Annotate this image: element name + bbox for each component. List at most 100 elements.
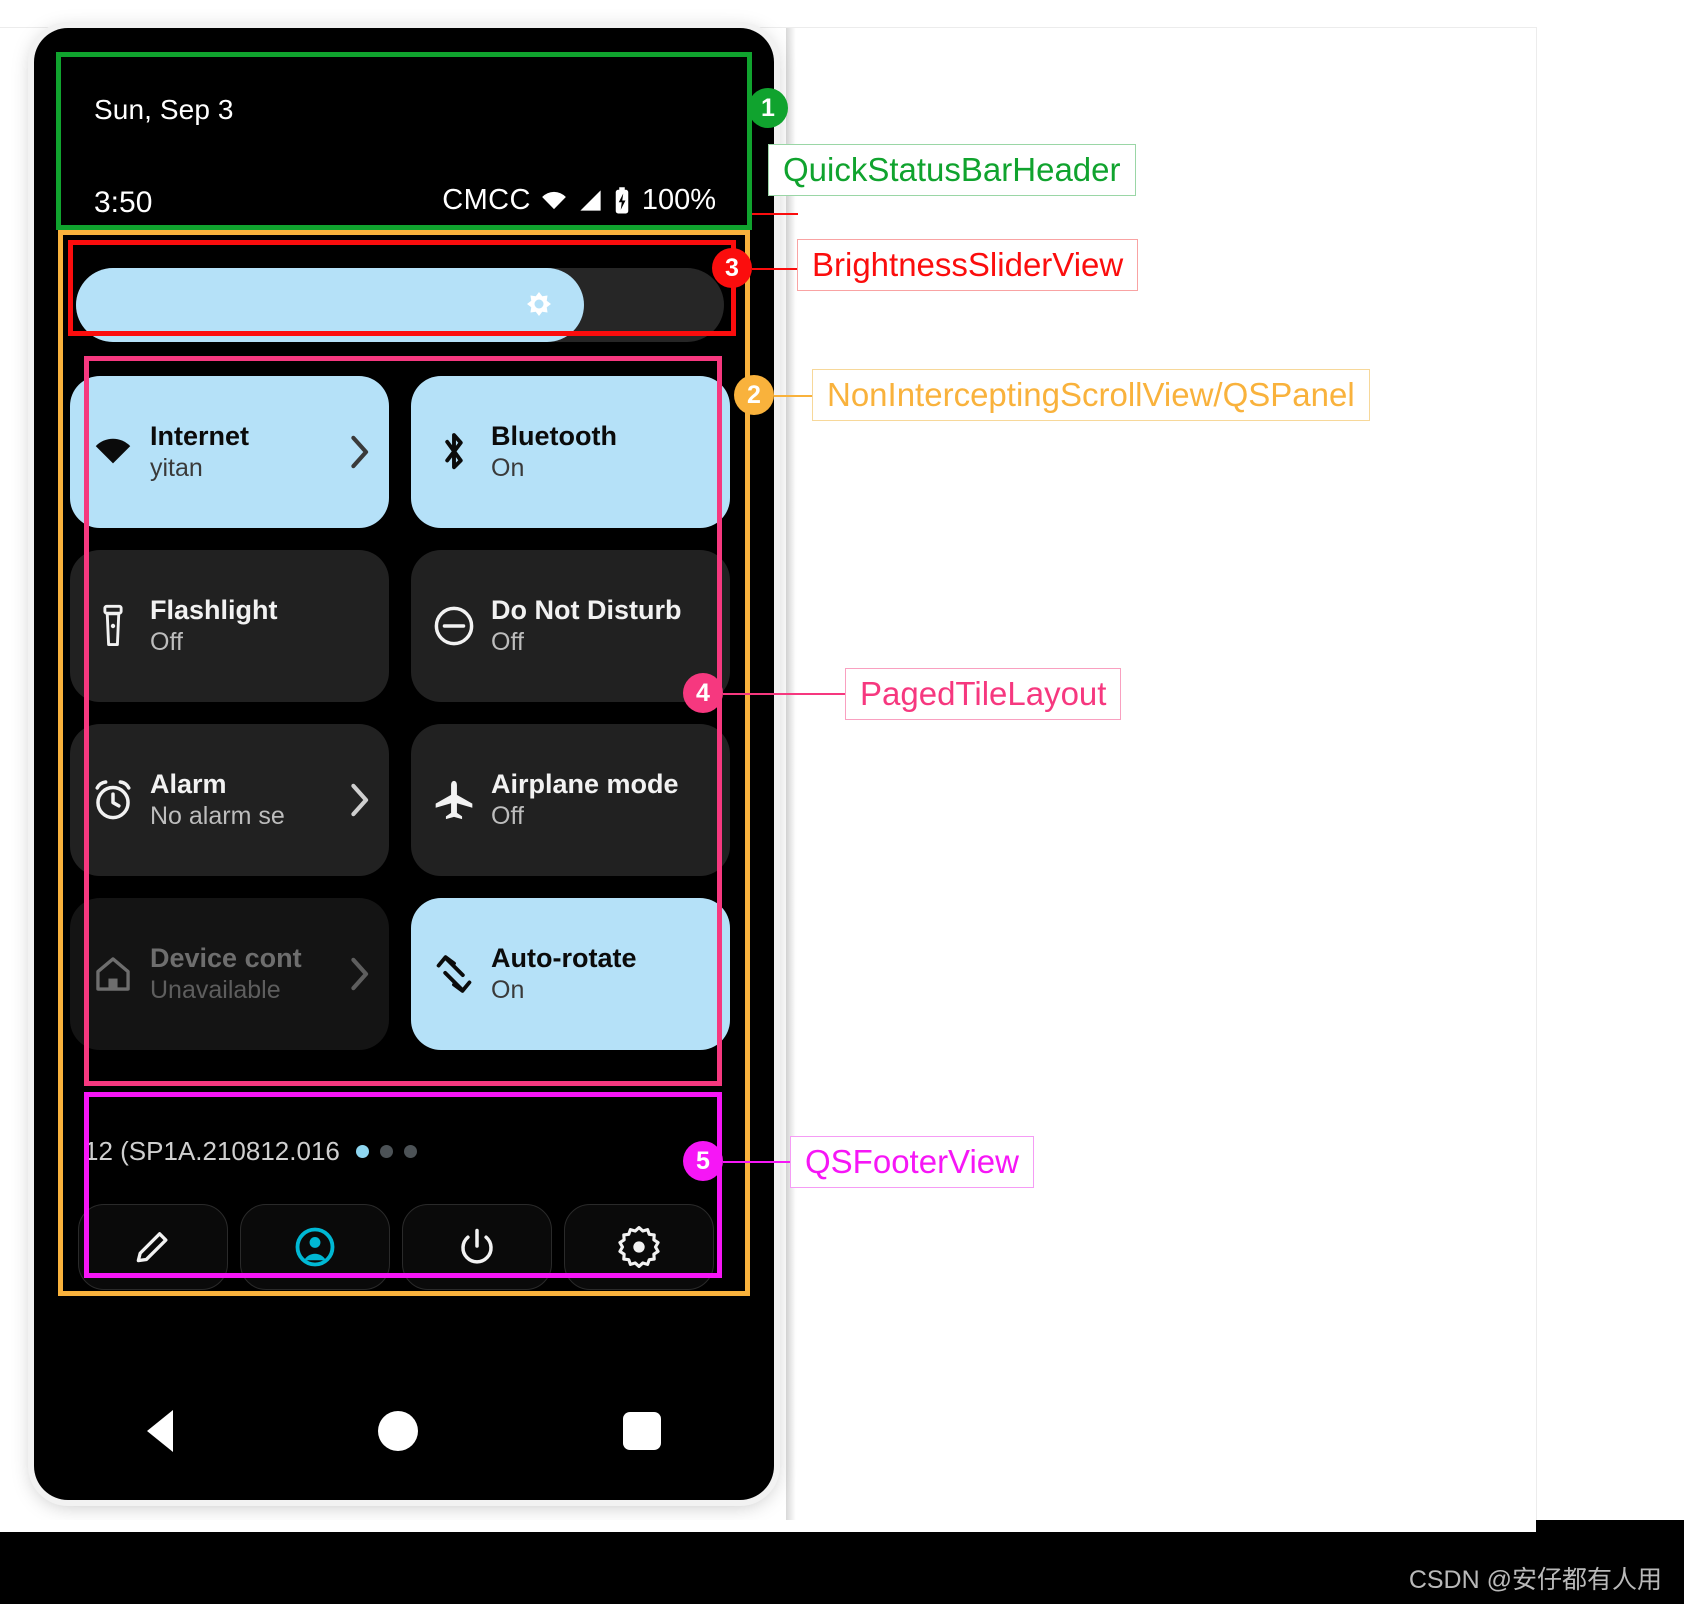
tile-state: Unavailable <box>150 976 281 1005</box>
page-dot-3[interactable] <box>403 1145 417 1158</box>
tile-auto-rotate[interactable]: Auto-rotate On <box>411 898 730 1050</box>
tile-label: Internet <box>150 421 250 452</box>
build-info-row: 12 (SP1A.210812.016 <box>84 1136 417 1167</box>
chevron-right-icon[interactable] <box>349 783 371 817</box>
home-circle-icon[interactable] <box>377 1411 418 1451</box>
footer-buttons <box>78 1204 714 1290</box>
tile-text: Internet yitan <box>150 420 249 483</box>
tile-flashlight[interactable]: Flashlight Off <box>70 550 389 702</box>
tile-text: Flashlight Off <box>150 594 278 657</box>
paged-tile-layout: Internet yitan Bluetooth On Flashlight O… <box>70 376 730 1072</box>
tile-text: Bluetooth On <box>491 420 617 483</box>
tile-airplane-mode[interactable]: Airplane mode Off <box>411 724 730 876</box>
annotation-label-qspanel: NonInterceptingScrollView/QSPanel <box>812 369 1370 421</box>
tile-text: Airplane mode Off <box>491 768 679 831</box>
home-icon <box>90 951 136 997</box>
brightness-sun-icon <box>527 292 551 316</box>
screenshot-root: Sun, Sep 3 3:50 CMCC 100% Internet yitan… <box>0 0 1684 1604</box>
signal-icon <box>580 190 601 211</box>
tile-text: Device cont Unavailable <box>150 942 302 1005</box>
tile-device-controls[interactable]: Device cont Unavailable <box>70 898 389 1050</box>
annotation-label-brightnesssliderview: BrightnessSliderView <box>797 239 1139 291</box>
power-icon <box>461 1228 493 1264</box>
wifi-icon <box>541 191 566 209</box>
tile-label: Airplane mode <box>491 769 679 800</box>
qs-footer-view: 12 (SP1A.210812.016 <box>70 1126 730 1316</box>
edit-button[interactable] <box>78 1204 228 1290</box>
carrier-label: CMCC <box>442 184 531 216</box>
do-not-disturb-icon <box>431 603 477 649</box>
leader-line-3 <box>752 213 798 215</box>
annotation-label-quickstatusbarheader: QuickStatusBarHeader <box>768 144 1136 196</box>
tile-label: Alarm <box>150 769 227 800</box>
annotation-badge-3: 3 <box>712 248 752 288</box>
settings-button[interactable] <box>564 1204 714 1290</box>
annotation-label-qsfooterview: QSFooterView <box>790 1136 1034 1188</box>
tile-row: Device cont Unavailable Auto-rotate On <box>70 898 730 1050</box>
phone-screen: Sun, Sep 3 3:50 CMCC 100% Internet yitan… <box>44 38 764 1490</box>
leader-line-2 <box>774 395 814 397</box>
watermark: CSDN @安仔都有人用 <box>1408 1566 1662 1594</box>
tile-alarm[interactable]: Alarm No alarm se <box>70 724 389 876</box>
tile-text: Auto-rotate On <box>491 942 636 1005</box>
bottom-band-page-edge <box>0 1520 1536 1532</box>
brightness-fill[interactable] <box>76 268 584 342</box>
auto-rotate-icon <box>431 951 477 997</box>
tile-label: Bluetooth <box>491 421 617 452</box>
tile-state: yitan <box>150 454 203 483</box>
power-button[interactable] <box>402 1204 552 1290</box>
tile-text: Alarm No alarm se <box>150 768 285 831</box>
status-icons-group: CMCC 100% <box>442 184 716 217</box>
page-dot-2[interactable] <box>379 1145 393 1158</box>
tile-state: On <box>491 976 525 1005</box>
battery-charging-icon <box>615 186 629 213</box>
build-number-label: 12 (SP1A.210812.016 <box>84 1136 340 1166</box>
tile-state: On <box>491 454 525 483</box>
tile-bluetooth[interactable]: Bluetooth On <box>411 376 730 528</box>
battery-percent-label: 100% <box>641 184 716 216</box>
page-indicator-dots[interactable] <box>355 1145 417 1158</box>
tile-label: Do Not Disturb <box>491 595 682 626</box>
annotation-badge-5: 5 <box>683 1141 723 1181</box>
tile-do-not-disturb[interactable]: Do Not Disturb Off <box>411 550 730 702</box>
alarm-clock-icon <box>90 777 136 823</box>
pencil-icon <box>136 1232 168 1263</box>
chevron-right-icon[interactable] <box>349 957 371 991</box>
tile-row: Internet yitan Bluetooth On <box>70 376 730 528</box>
quick-status-bar-header: Sun, Sep 3 3:50 CMCC 100% <box>66 58 736 240</box>
navigation-bar <box>44 1396 764 1466</box>
status-date: Sun, Sep 3 <box>94 94 234 125</box>
tile-row: Flashlight Off Do Not Disturb Off <box>70 550 730 702</box>
user-button[interactable] <box>240 1204 390 1290</box>
status-clock: 3:50 <box>94 186 153 219</box>
annotation-badge-1: 1 <box>748 88 788 128</box>
tile-label: Device cont <box>150 943 302 974</box>
annotation-label-pagedtilelayout: PagedTileLayout <box>845 668 1122 720</box>
recents-square-icon[interactable] <box>623 1412 662 1450</box>
tile-label: Flashlight <box>150 595 278 626</box>
user-avatar-icon <box>295 1227 335 1267</box>
flashlight-icon <box>90 603 136 649</box>
brightness-slider-view[interactable] <box>70 250 730 360</box>
chevron-right-icon[interactable] <box>349 435 371 469</box>
leader-line-4 <box>723 693 847 695</box>
tile-text: Do Not Disturb Off <box>491 594 681 657</box>
tile-state: Off <box>150 628 183 657</box>
back-triangle-icon[interactable] <box>146 1410 173 1452</box>
annotation-badge-2: 2 <box>734 375 774 415</box>
tile-label: Auto-rotate <box>491 943 637 974</box>
leader-line-5 <box>723 1161 791 1163</box>
tile-state: No alarm se <box>150 802 285 831</box>
tile-state: Off <box>491 802 524 831</box>
leader-line-3b <box>752 268 798 270</box>
tile-state: Off <box>491 628 524 657</box>
annotation-badge-4: 4 <box>683 673 723 713</box>
phone-device: Sun, Sep 3 3:50 CMCC 100% Internet yitan… <box>34 28 774 1500</box>
page-dot-1[interactable] <box>355 1145 369 1158</box>
airplane-icon <box>431 777 477 823</box>
tile-internet[interactable]: Internet yitan <box>70 376 389 528</box>
tile-row: Alarm No alarm se Airplane mode Off <box>70 724 730 876</box>
bluetooth-icon <box>431 429 477 475</box>
gear-icon <box>618 1226 660 1268</box>
wifi-icon <box>90 429 136 475</box>
